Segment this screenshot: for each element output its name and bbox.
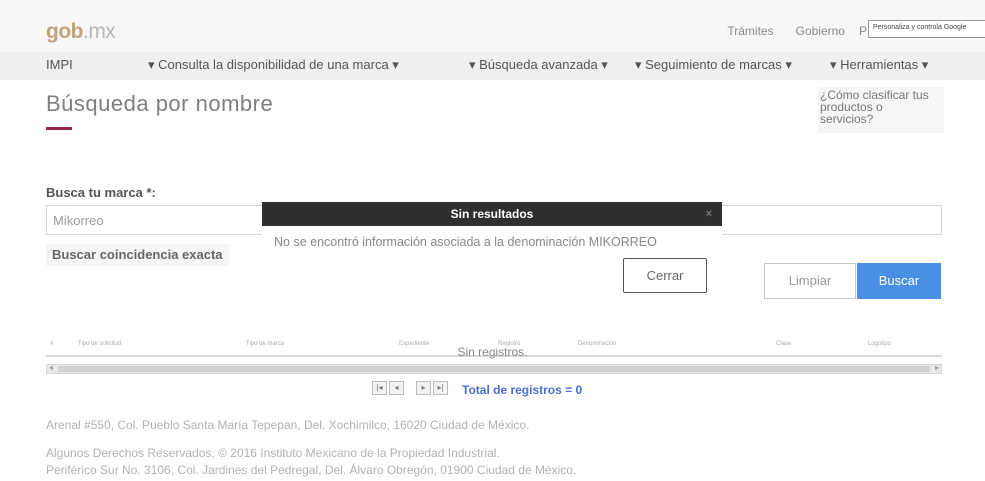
- nav-impi[interactable]: IMPI: [46, 57, 73, 72]
- empty-table-message: Sin registros.: [457, 345, 528, 359]
- link-tramites[interactable]: Trámites: [727, 24, 773, 38]
- first-page-button[interactable]: |◂: [372, 381, 387, 395]
- prev-page-button[interactable]: ◂: [389, 381, 404, 395]
- total-records: Total de registros = 0: [462, 383, 583, 397]
- footer-address: Arenal #550, Col. Pueblo Santa María Tep…: [46, 418, 530, 432]
- nav-item-disponibilidad[interactable]: ▾ Consulta la disponibilidad de una marc…: [148, 57, 399, 73]
- last-page-button[interactable]: ▸|: [433, 381, 448, 395]
- clear-button[interactable]: Limpiar: [764, 263, 856, 299]
- scroll-right-icon[interactable]: ▸: [935, 363, 939, 372]
- search-button[interactable]: Buscar: [857, 263, 941, 299]
- close-icon[interactable]: ×: [706, 202, 712, 226]
- gobmx-logo[interactable]: gob.mx: [46, 20, 116, 44]
- next-page-button[interactable]: ▸: [416, 381, 431, 395]
- close-button[interactable]: Cerrar: [623, 258, 707, 293]
- footer-rights: Algunos Derechos Reservados, © 2016 Inst…: [46, 446, 500, 460]
- scrollbar-thumb[interactable]: [58, 366, 930, 372]
- exact-match-checkbox[interactable]: Buscar coincidencia exacta: [46, 244, 229, 266]
- no-results-dialog: Sin resultados × No se encontró informac…: [262, 202, 722, 298]
- footer-address-2: Periférico Sur No. 3106, Col. Jardines d…: [46, 463, 577, 477]
- top-bar: gob.mx Trámites Gobierno P Personaliza y c…: [0, 0, 985, 52]
- link-participa[interactable]: P: [859, 24, 867, 38]
- title-underline: [46, 127, 72, 130]
- main-nav: IMPI ▾ Consulta la disponibilidad de una…: [0, 52, 985, 80]
- scroll-left-icon[interactable]: ◂: [49, 363, 53, 372]
- top-links: Trámites Gobierno P: [705, 24, 867, 38]
- nav-item-herramientas[interactable]: ▾ Herramientas ▾: [830, 57, 928, 73]
- dialog-message: No se encontró información asociada a la…: [274, 235, 657, 249]
- classify-products-link[interactable]: ¿Cómo clasificar tus productos o servici…: [818, 87, 944, 133]
- search-label: Busca tu marca *:: [46, 185, 156, 200]
- link-gobierno[interactable]: Gobierno: [796, 24, 845, 38]
- horizontal-scrollbar[interactable]: ◂ ▸: [46, 363, 942, 374]
- nav-item-busqueda-avanzada[interactable]: ▾ Búsqueda avanzada ▾: [469, 57, 608, 73]
- page-title: Búsqueda por nombre: [46, 91, 274, 116]
- dialog-title: Sin resultados ×: [262, 202, 722, 226]
- nav-item-seguimiento[interactable]: ▾ Seguimiento de marcas ▾: [635, 57, 792, 73]
- browser-tooltip: Personaliza y controla Google: [868, 20, 985, 38]
